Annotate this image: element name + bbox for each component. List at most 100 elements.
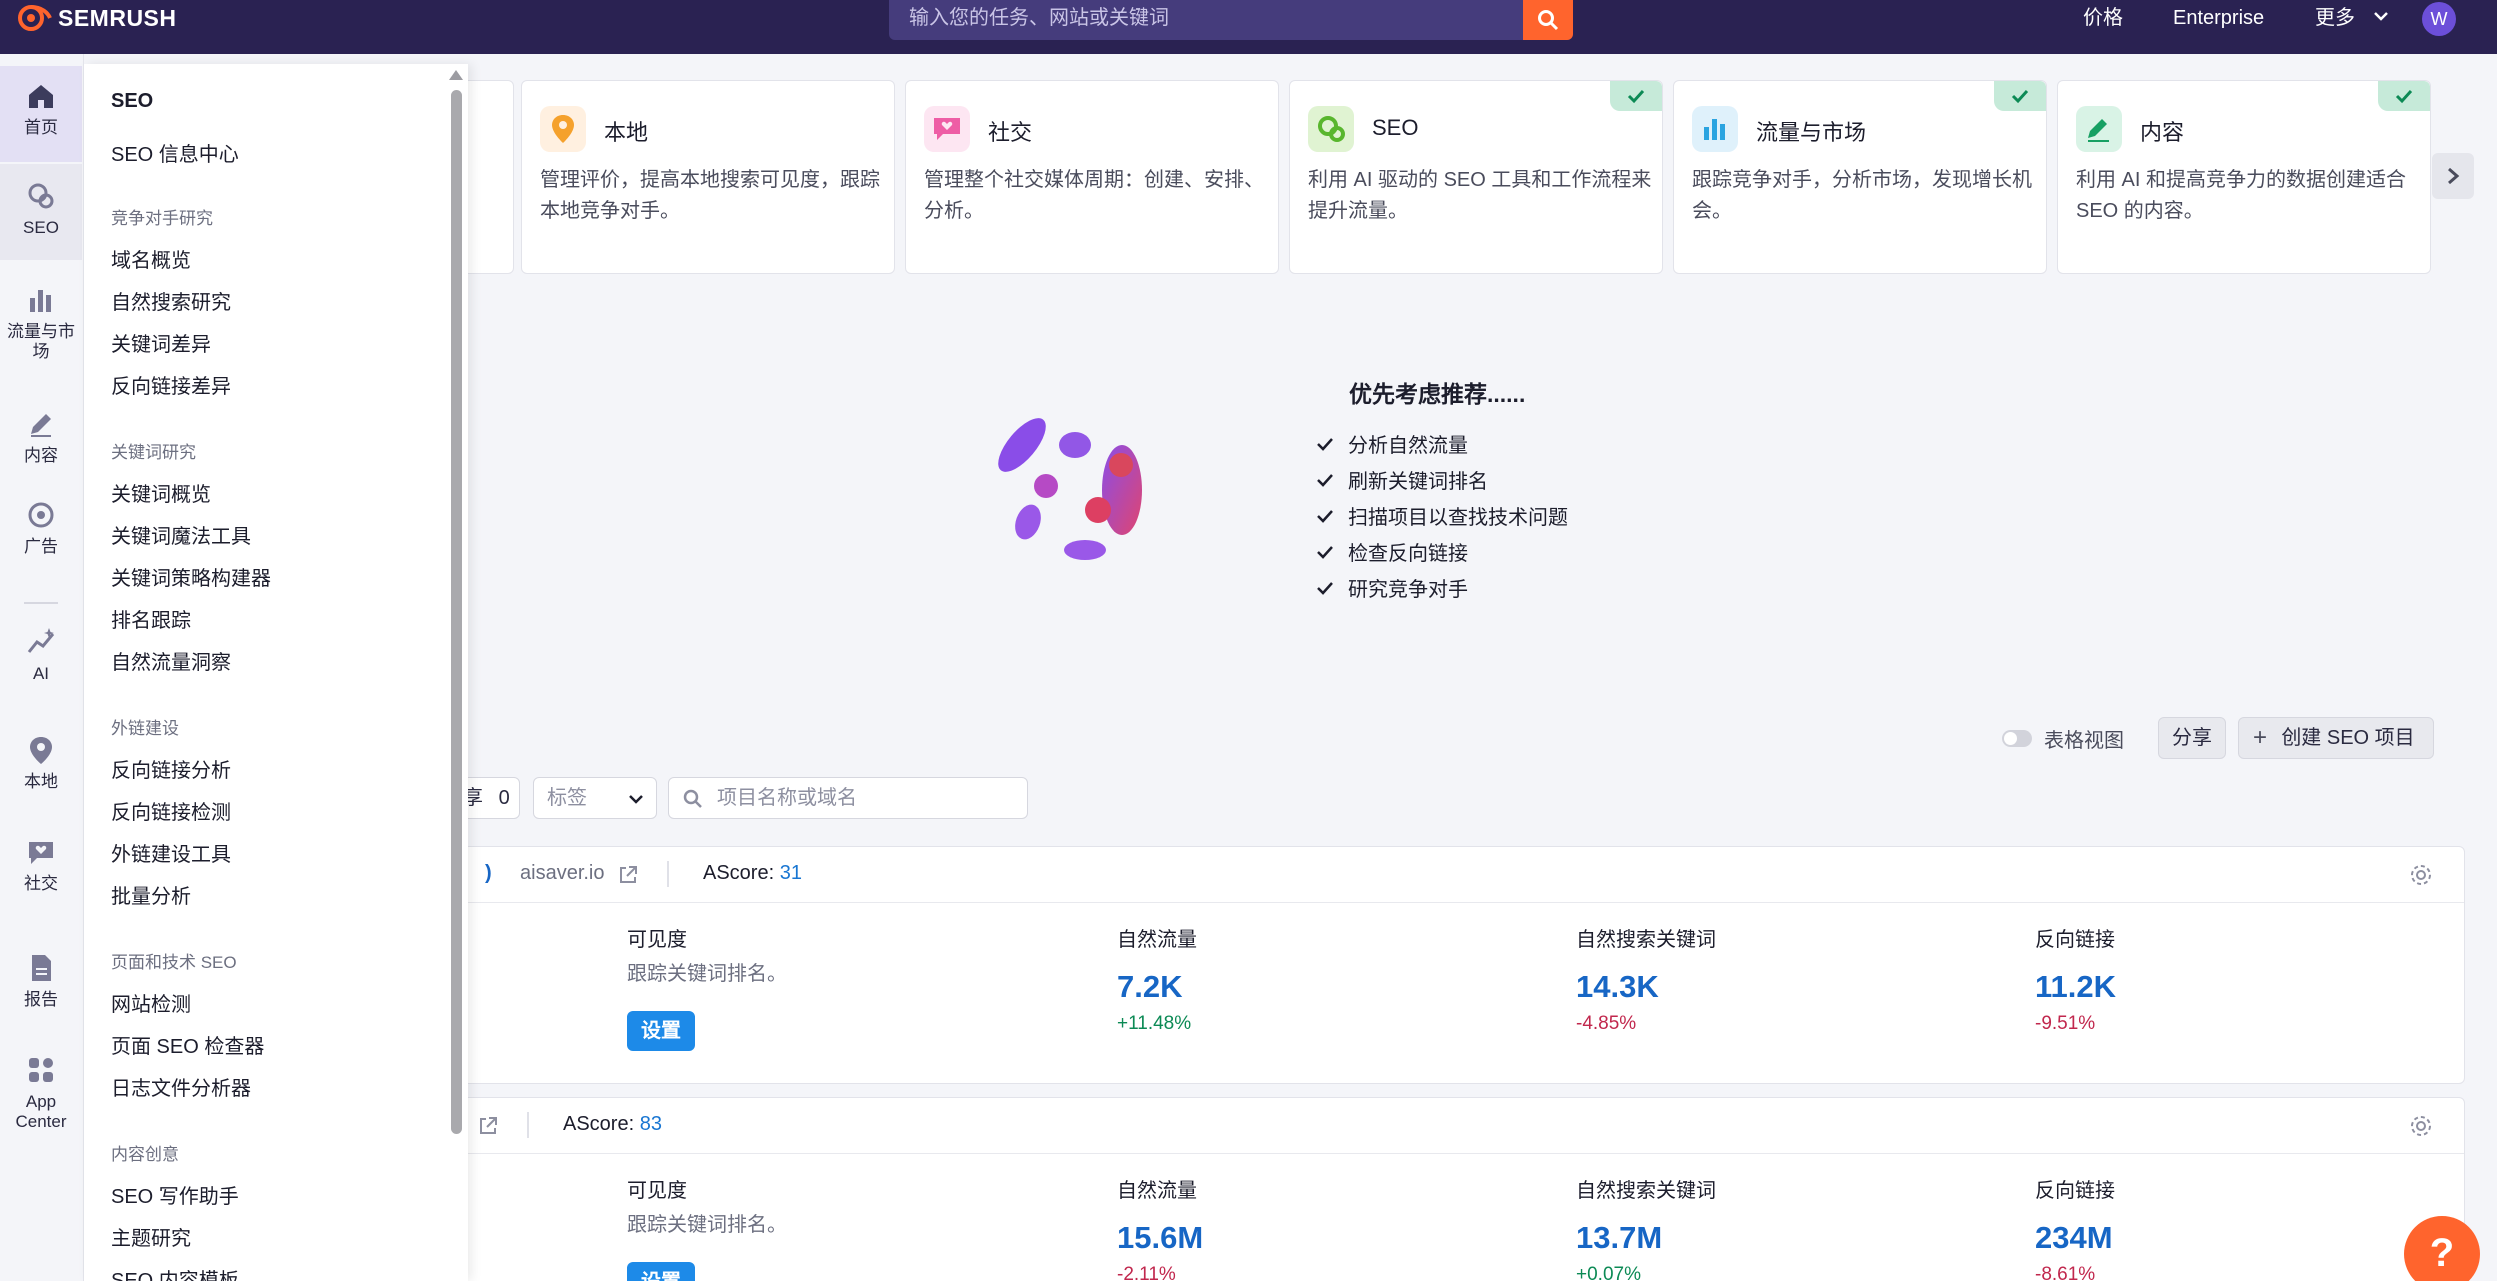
menu-item-seo-hub[interactable]: SEO 信息中心 — [111, 138, 239, 167]
search-button[interactable] — [1523, 0, 1573, 40]
table-view-toggle[interactable] — [2002, 730, 2032, 747]
rail-item-traffic[interactable]: 流量与市场 — [0, 284, 82, 362]
rail-item-app-center[interactable]: App Center — [0, 1054, 82, 1132]
gear-icon[interactable] — [2408, 862, 2434, 888]
menu-item[interactable]: 关键词概览 — [111, 478, 211, 507]
menu-item[interactable]: SEO 写作助手 — [111, 1180, 239, 1209]
gear-icon[interactable] — [2408, 1113, 2434, 1139]
metric-value[interactable]: 14.3K — [1576, 969, 1659, 1005]
rail-label: SEO — [23, 218, 59, 237]
card-desc: 管理评价，提高本地搜索可见度，跟踪本地竞争对手。 — [540, 169, 880, 222]
menu-item[interactable]: 域名概览 — [111, 244, 191, 273]
menu-item[interactable]: 批量分析 — [111, 880, 191, 909]
card-title: 流量与市场 — [1756, 120, 1867, 145]
metric-label: 反向链接 — [2035, 1180, 2115, 1202]
metric-value[interactable]: 234M — [2035, 1220, 2113, 1256]
home-icon — [29, 85, 53, 108]
tag-select[interactable]: 标签 — [533, 777, 657, 819]
search-input[interactable]: 输入您的任务、网站或关键词 — [909, 0, 1169, 36]
menu-heading: 关键词研究 — [111, 443, 196, 462]
card-title: SEO — [1372, 115, 1419, 140]
rail-item-local[interactable]: 本地 — [0, 734, 82, 792]
pricing-link[interactable]: 价格 — [2083, 0, 2123, 36]
rail-item-social[interactable]: 社交 — [0, 836, 82, 894]
menu-item[interactable]: 关键词差异 — [111, 328, 211, 357]
menu-item[interactable]: 反向链接分析 — [111, 754, 231, 783]
fire-logo-icon — [18, 5, 52, 31]
global-search[interactable]: 输入您的任务、网站或关键词 — [889, 0, 1573, 40]
tool-card-traffic[interactable]: 流量与市场 跟踪竞争对手，分析市场，发现增长机会。 — [1673, 80, 2047, 274]
menu-item[interactable]: 自然流量洞察 — [111, 646, 231, 675]
menu-item[interactable]: 反向链接检测 — [111, 796, 231, 825]
menu-item[interactable]: 日志文件分析器 — [111, 1072, 251, 1101]
recommend-text: 研究竞争对手 — [1348, 579, 1468, 601]
rail-item-content[interactable]: 内容 — [0, 408, 82, 466]
metric-value[interactable]: 13.7M — [1576, 1220, 1662, 1256]
card-title: 本地 — [604, 120, 649, 145]
menu-item[interactable]: SEO 内容模板 — [111, 1264, 239, 1281]
menu-item[interactable]: 排名跟踪 — [111, 604, 191, 633]
metric-value[interactable]: 7.2K — [1117, 969, 1182, 1005]
rail-item-ai[interactable]: AI — [0, 626, 82, 684]
rail-item-home[interactable]: 首页 — [0, 66, 82, 162]
check-icon — [1317, 437, 1333, 451]
metric-label: 自然搜索关键词 — [1576, 929, 1716, 951]
rail-item-reports[interactable]: 报告 — [0, 952, 82, 1010]
ascore: AScore: 31 — [703, 862, 802, 884]
menu-item[interactable]: 外链建设工具 — [111, 838, 231, 867]
avatar[interactable]: W — [2422, 2, 2456, 36]
card-title: 内容 — [2140, 120, 2185, 145]
menu-title: SEO — [111, 90, 154, 112]
project-domain[interactable]: aisaver.io — [520, 862, 605, 885]
check-icon — [1994, 81, 2046, 111]
menu-item[interactable]: 页面 SEO 检查器 — [111, 1030, 264, 1059]
external-link-icon[interactable] — [477, 1115, 499, 1137]
setup-button[interactable]: 设置 — [627, 1011, 695, 1051]
metric-label: 自然流量 — [1117, 929, 1197, 951]
heart-chat-icon — [924, 106, 970, 152]
metric-value[interactable]: 11.2K — [2035, 969, 2116, 1005]
scroll-up-arrow[interactable] — [449, 70, 463, 80]
metric-value[interactable]: 15.6M — [1117, 1220, 1203, 1256]
setup-button[interactable]: 设置 — [627, 1262, 695, 1281]
tool-card-seo[interactable]: SEO 利用 AI 驱动的 SEO 工具和工作流程来提升流量。 — [1289, 80, 1663, 274]
menu-heading: 页面和技术 SEO — [111, 953, 237, 972]
carousel-next-button[interactable] — [2432, 153, 2474, 199]
recommend-title: 优先考虑推荐...... — [1349, 381, 1526, 407]
metric-change: -2.11% — [1117, 1264, 1176, 1281]
pen-icon — [2076, 106, 2122, 152]
seo-icon — [1308, 106, 1354, 152]
project-search-input[interactable]: 项目名称或域名 — [668, 777, 1028, 819]
external-link-icon[interactable] — [617, 864, 639, 886]
rail-label: App Center — [15, 1092, 67, 1131]
rail-item-ads[interactable]: 广告 — [0, 499, 82, 557]
menu-item[interactable]: 主题研究 — [111, 1222, 191, 1251]
check-icon — [2378, 81, 2430, 111]
more-menu[interactable]: 更多 — [2315, 0, 2355, 36]
menu-item[interactable]: 关键词策略构建器 — [111, 562, 271, 591]
enterprise-link[interactable]: Enterprise — [2173, 0, 2264, 36]
tool-card-content[interactable]: 内容 利用 AI 和提高竞争力的数据创建适合 SEO 的内容。 — [2057, 80, 2431, 274]
seo-dropdown-menu: SEO SEO 信息中心 竞争对手研究 域名概览 自然搜索研究 关键词差异 反向… — [84, 64, 468, 1281]
semrush-logo[interactable]: SEMRUSH — [14, 0, 177, 36]
rail-divider — [24, 602, 58, 604]
tool-card-local[interactable]: 本地 管理评价，提高本地搜索可见度，跟踪本地竞争对手。 — [521, 80, 895, 274]
brand-name: SEMRUSH — [58, 4, 177, 31]
create-seo-project-button[interactable]: + 创建 SEO 项目 — [2238, 717, 2434, 759]
menu-item[interactable]: 反向链接差异 — [111, 370, 231, 399]
menu-item[interactable]: 网站检测 — [111, 988, 191, 1017]
menu-item[interactable]: 关键词魔法工具 — [111, 520, 251, 549]
pin-icon — [30, 737, 52, 764]
help-button[interactable]: ? — [2404, 1216, 2480, 1281]
tool-card-social[interactable]: 社交 管理整个社交媒体周期：创建、安排、分析。 — [905, 80, 1279, 274]
plus-icon: + — [2253, 724, 2268, 751]
share-button[interactable]: 分享 — [2158, 717, 2226, 759]
menu-scrollbar[interactable] — [451, 90, 462, 1134]
recommend-text: 检查反向链接 — [1348, 543, 1468, 565]
rail-item-seo[interactable]: SEO — [0, 164, 82, 260]
chevron-right-icon — [2448, 167, 2460, 185]
rail-label: 报告 — [24, 990, 58, 1009]
pen-icon — [31, 414, 51, 437]
left-rail: 首页 SEO 流量与市场 内容 广告 AI 本地 社交 报告 App Cente… — [0, 54, 84, 1281]
menu-item[interactable]: 自然搜索研究 — [111, 286, 231, 315]
